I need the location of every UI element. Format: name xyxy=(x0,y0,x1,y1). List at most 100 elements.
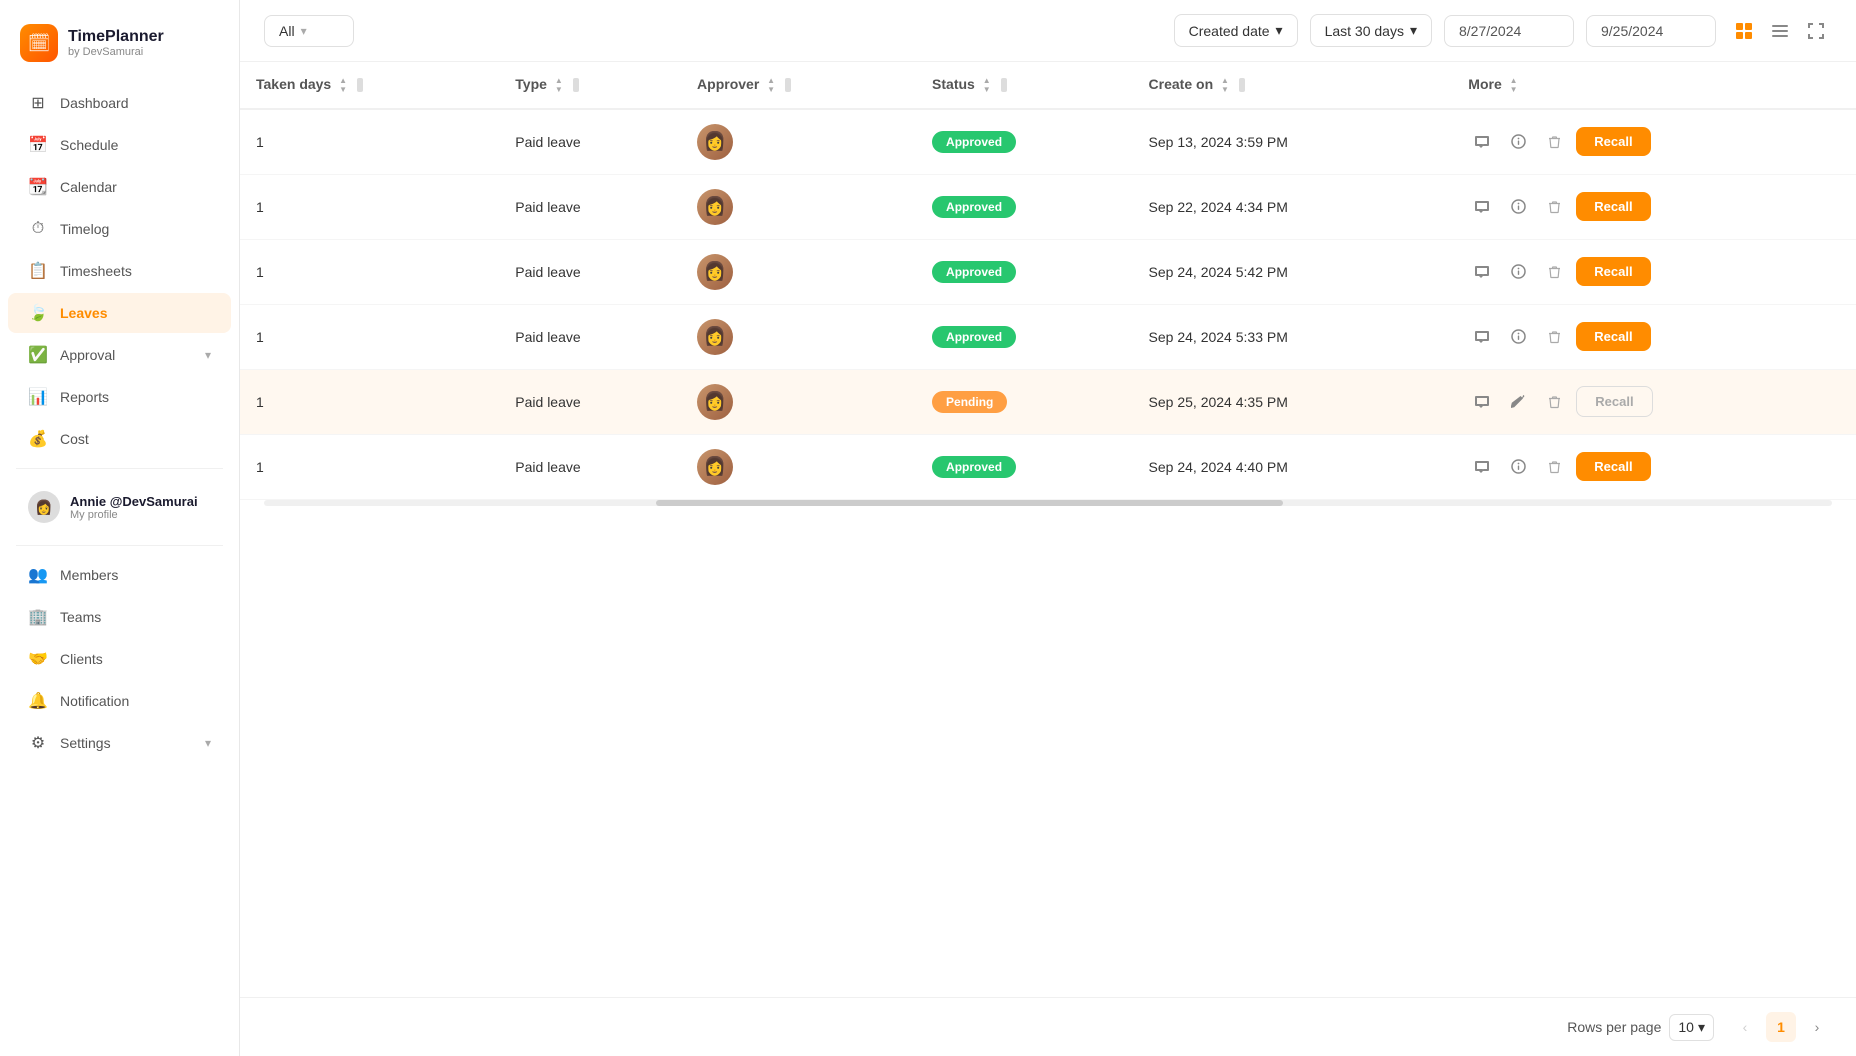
clients-icon: 🤝 xyxy=(28,649,48,669)
expand-view-button[interactable] xyxy=(1800,15,1832,47)
cell-approver: 👩 xyxy=(681,304,916,369)
date-start-input[interactable]: 8/27/2024 xyxy=(1444,15,1574,47)
comment-icon[interactable] xyxy=(1468,453,1496,481)
delete-icon[interactable] xyxy=(1540,128,1568,156)
next-page-button[interactable]: › xyxy=(1802,1012,1832,1042)
rows-per-page-select[interactable]: 10 ▾ xyxy=(1669,1014,1714,1041)
sidebar-item-approval[interactable]: ✅ Approval ▾ xyxy=(8,335,231,375)
profile-section[interactable]: 👩 Annie @DevSamurai My profile xyxy=(8,481,231,533)
recall-button[interactable]: Recall xyxy=(1576,452,1650,481)
cell-approver: 👩 xyxy=(681,109,916,175)
info-icon[interactable] xyxy=(1504,323,1532,351)
edit-icon[interactable] xyxy=(1504,388,1532,416)
sidebar-item-clients[interactable]: 🤝 Clients xyxy=(8,639,231,679)
cell-more: Recall xyxy=(1452,239,1856,304)
date-range-filter[interactable]: Last 30 days ▾ xyxy=(1310,14,1432,47)
list-view-button[interactable] xyxy=(1764,15,1796,47)
col-resize-handle[interactable] xyxy=(1239,78,1245,92)
date-end-input[interactable]: 9/25/2024 xyxy=(1586,15,1716,47)
cell-taken-days: 1 xyxy=(240,434,499,499)
comment-icon[interactable] xyxy=(1468,323,1496,351)
col-resize-handle[interactable] xyxy=(785,78,791,92)
cell-status: Approved xyxy=(916,174,1133,239)
sort-icon: ▲▼ xyxy=(983,77,991,94)
date-end-value: 9/25/2024 xyxy=(1601,23,1663,39)
table-row: 1 Paid leave 👩 Pending Sep 25, 2024 4:35… xyxy=(240,369,1856,434)
sidebar-item-timelog[interactable]: ⏱ Timelog xyxy=(8,209,231,249)
col-taken-days: Taken days ▲▼ xyxy=(240,62,499,109)
col-resize-handle[interactable] xyxy=(357,78,363,92)
sidebar-item-settings[interactable]: ⚙ Settings ▾ xyxy=(8,723,231,763)
sidebar-item-teams[interactable]: 🏢 Teams xyxy=(8,597,231,637)
chevron-down-icon: ▾ xyxy=(1410,22,1417,39)
delete-icon[interactable] xyxy=(1540,453,1568,481)
logo-text: TimePlanner by DevSamurai xyxy=(68,28,164,58)
all-filter-select[interactable]: All ▾ xyxy=(264,15,354,47)
recall-button[interactable]: Recall xyxy=(1576,322,1650,351)
table-row: 1 Paid leave 👩 Approved Sep 24, 2024 5:4… xyxy=(240,239,1856,304)
cell-create-on: Sep 24, 2024 5:33 PM xyxy=(1133,304,1453,369)
col-resize-handle[interactable] xyxy=(1001,78,1007,92)
nav-divider-2 xyxy=(16,545,223,546)
recall-button[interactable]: Recall xyxy=(1576,257,1650,286)
rows-per-page-control: Rows per page 10 ▾ xyxy=(1567,1014,1714,1041)
delete-icon[interactable] xyxy=(1540,388,1568,416)
profile-name: Annie @DevSamurai xyxy=(70,494,198,509)
cell-taken-days: 1 xyxy=(240,369,499,434)
scrollbar-thumb[interactable] xyxy=(656,500,1283,506)
sidebar-item-dashboard[interactable]: ⊞ Dashboard xyxy=(8,83,231,123)
delete-icon[interactable] xyxy=(1540,323,1568,351)
delete-icon[interactable] xyxy=(1540,258,1568,286)
sidebar-item-label: Settings xyxy=(60,735,111,751)
avatar: 👩 xyxy=(28,491,60,523)
avatar: 👩 xyxy=(697,319,733,355)
comment-icon[interactable] xyxy=(1468,193,1496,221)
sidebar-item-members[interactable]: 👥 Members xyxy=(8,555,231,595)
info-icon[interactable] xyxy=(1504,453,1532,481)
table-row: 1 Paid leave 👩 Approved Sep 13, 2024 3:5… xyxy=(240,109,1856,175)
sidebar-item-timesheets[interactable]: 📋 Timesheets xyxy=(8,251,231,291)
recall-button[interactable]: Recall xyxy=(1576,386,1652,417)
comment-icon[interactable] xyxy=(1468,388,1496,416)
sidebar-item-calendar[interactable]: 📆 Calendar xyxy=(8,167,231,207)
avatar: 👩 xyxy=(697,254,733,290)
col-resize-handle[interactable] xyxy=(573,78,579,92)
cell-status: Approved xyxy=(916,239,1133,304)
info-icon[interactable] xyxy=(1504,258,1532,286)
sidebar-item-schedule[interactable]: 📅 Schedule xyxy=(8,125,231,165)
cell-status: Approved xyxy=(916,109,1133,175)
sidebar-item-reports[interactable]: 📊 Reports xyxy=(8,377,231,417)
chevron-down-icon: ▾ xyxy=(301,24,307,38)
sidebar-item-label: Calendar xyxy=(60,179,117,195)
cell-type: Paid leave xyxy=(499,369,681,434)
info-icon[interactable] xyxy=(1504,193,1532,221)
comment-icon[interactable] xyxy=(1468,258,1496,286)
table-body: 1 Paid leave 👩 Approved Sep 13, 2024 3:5… xyxy=(240,109,1856,500)
col-more: More ▲▼ xyxy=(1452,62,1856,109)
info-icon[interactable] xyxy=(1504,128,1532,156)
recall-button[interactable]: Recall xyxy=(1576,127,1650,156)
page-1-button[interactable]: 1 xyxy=(1766,1012,1796,1042)
prev-page-button[interactable]: ‹ xyxy=(1730,1012,1760,1042)
sort-icon: ▲▼ xyxy=(1510,77,1518,94)
sidebar-item-cost[interactable]: 💰 Cost xyxy=(8,419,231,459)
comment-icon[interactable] xyxy=(1468,128,1496,156)
cell-taken-days: 1 xyxy=(240,174,499,239)
dashboard-icon: ⊞ xyxy=(28,93,48,113)
filter-label: All xyxy=(279,23,295,39)
grid-view-button[interactable] xyxy=(1728,15,1760,47)
delete-icon[interactable] xyxy=(1540,193,1568,221)
col-create-on: Create on ▲▼ xyxy=(1133,62,1453,109)
sidebar-item-leaves[interactable]: 🍃 Leaves xyxy=(8,293,231,333)
sidebar-item-notification[interactable]: 🔔 Notification xyxy=(8,681,231,721)
status-badge: Approved xyxy=(932,261,1016,283)
horizontal-scrollbar[interactable] xyxy=(264,500,1832,506)
created-date-filter[interactable]: Created date ▾ xyxy=(1174,14,1298,47)
recall-button[interactable]: Recall xyxy=(1576,192,1650,221)
action-icons-group: Recall xyxy=(1468,452,1840,481)
action-icons-group: Recall xyxy=(1468,192,1840,221)
reports-icon: 📊 xyxy=(28,387,48,407)
logo-area: 🗓 TimePlanner by DevSamurai xyxy=(0,16,239,82)
cell-more: Recall xyxy=(1452,174,1856,239)
sidebar-item-label: Timesheets xyxy=(60,263,132,279)
